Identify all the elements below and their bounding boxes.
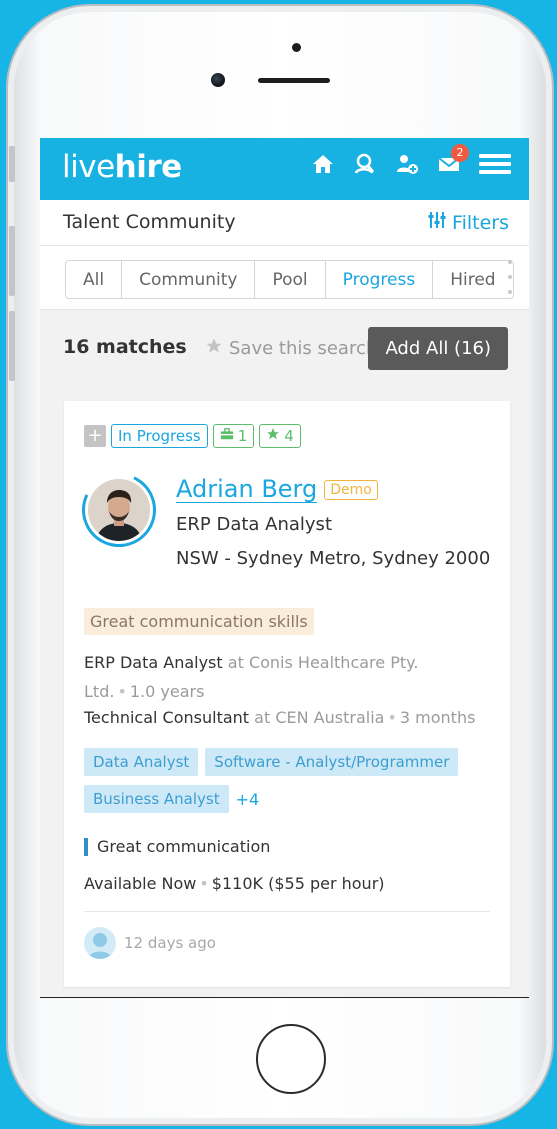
availability-status: Available Now [84, 874, 197, 893]
front-camera [211, 73, 225, 87]
add-user-icon[interactable] [395, 152, 419, 176]
tab-hired[interactable]: Hired [433, 261, 513, 298]
experience-duration: 1.0 years [129, 682, 205, 701]
experience-role: Technical Consultant [84, 708, 250, 727]
tag-software-analyst-programmer[interactable]: Software - Analyst/Programmer [205, 748, 459, 776]
filters-label: Filters [452, 211, 509, 234]
briefcase-icon [220, 427, 234, 445]
livehire-logo[interactable]: livehire [62, 149, 182, 185]
search-people-icon[interactable] [353, 152, 377, 176]
updated-time: 12 days ago [124, 934, 216, 952]
matches-count: 16 matches [63, 336, 187, 358]
save-search-label: Save this search [229, 338, 378, 359]
candidate-title: ERP Data Analyst [176, 514, 332, 535]
filters-icon [428, 211, 446, 234]
experience-role: ERP Data Analyst [84, 653, 223, 672]
volume-down-button [9, 311, 15, 381]
home-icon[interactable] [311, 152, 335, 176]
candidate-name-link[interactable]: Adrian Berg [176, 476, 318, 504]
more-tags-link[interactable]: +4 [236, 790, 260, 809]
rating-value: 4 [284, 427, 294, 445]
tab-progress[interactable]: Progress [325, 261, 434, 298]
card-status-row: + In Progress 1 4 [84, 424, 301, 448]
jobs-badge: 1 [212, 424, 255, 448]
app-bar: livehire 2 [40, 138, 529, 200]
experience-at: at [254, 708, 271, 727]
filters-button[interactable]: Filters [428, 211, 509, 234]
jobs-count: 1 [237, 427, 248, 445]
skill-label: Great communication [97, 837, 271, 856]
candidate-location: NSW - Sydney Metro, Sydney 2000 [176, 548, 491, 569]
tag-data-analyst[interactable]: Data Analyst [84, 748, 199, 776]
card-divider [84, 911, 490, 912]
candidate-name-row: Adrian Berg Demo [176, 476, 378, 504]
menu-icon[interactable] [479, 152, 511, 176]
home-button[interactable] [256, 1024, 326, 1094]
page-header: Talent Community Filters [40, 200, 529, 246]
add-all-button[interactable]: Add All (16) [368, 327, 508, 370]
expand-plus-icon[interactable]: + [84, 425, 106, 447]
card-footer: 12 days ago [84, 927, 216, 959]
experience-company: CEN Australia [275, 708, 385, 727]
experience-item: ERP Data Analyst at Conis Healthcare Pty… [84, 653, 419, 701]
candidate-card[interactable]: + In Progress 1 4 Adrian Berg Demo ERP D… [64, 401, 510, 987]
logo-light-text: live [62, 149, 115, 185]
app-screen: livehire 2 Talent Community Filters All … [40, 138, 529, 998]
tag-business-analyst[interactable]: Business Analyst [84, 785, 229, 813]
tab-all[interactable]: All [66, 261, 123, 298]
rating-badge: 4 [259, 424, 301, 448]
demo-badge: Demo [324, 479, 378, 500]
experience-at: at [227, 653, 244, 672]
highlight-note: Great communication skills [84, 608, 314, 635]
mail-icon[interactable]: 2 [437, 144, 469, 176]
experience-duration: 3 months [399, 708, 476, 727]
availability-row: Available Now • $110K ($55 per hour) [84, 874, 385, 893]
skill-tags: Data Analyst Software - Analyst/Programm… [84, 748, 484, 813]
tab-pool[interactable]: Pool [255, 261, 326, 298]
rating-star-icon [266, 427, 280, 445]
tab-bar: All Community Pool Progress Hired [40, 246, 529, 310]
star-icon [205, 337, 223, 360]
volume-up-button [9, 226, 15, 296]
logo-bold-text: hire [114, 149, 183, 185]
sensor-dot [292, 43, 301, 52]
messages-badge: 2 [451, 144, 469, 162]
page-title: Talent Community [63, 211, 236, 233]
salary: $110K ($55 per hour) [211, 874, 385, 893]
user-avatar-icon [84, 927, 116, 959]
status-badge: In Progress [111, 424, 208, 448]
more-options-icon[interactable] [507, 260, 513, 294]
skill-bar [84, 837, 88, 856]
results-toolbar: 16 matches Save this search Add All (16) [40, 310, 529, 386]
results-area: 16 matches Save this search Add All (16)… [40, 310, 529, 997]
experience-item: Technical Consultant at CEN Australia • 3 … [84, 708, 476, 727]
skill-highlight: Great communication [84, 837, 270, 856]
tab-community[interactable]: Community [122, 261, 256, 298]
earpiece-speaker [258, 78, 330, 83]
mute-switch [9, 146, 15, 182]
avatar[interactable] [88, 479, 150, 541]
save-search-link[interactable]: Save this search [205, 337, 377, 360]
